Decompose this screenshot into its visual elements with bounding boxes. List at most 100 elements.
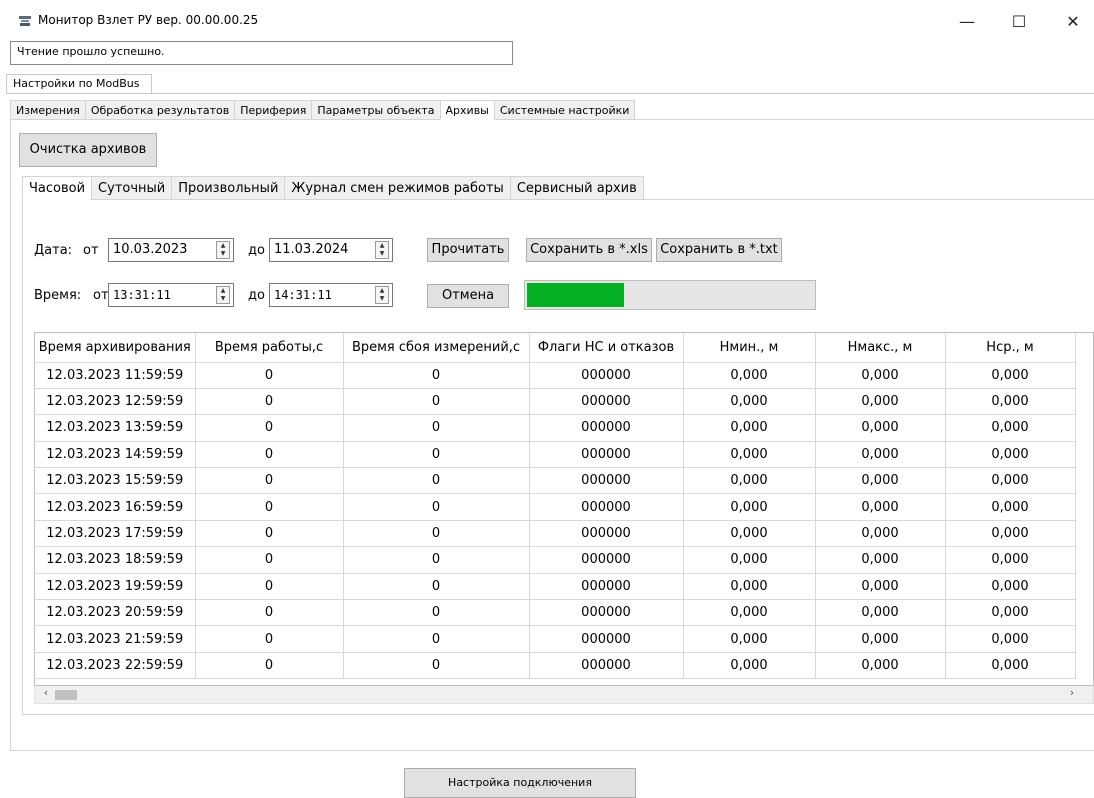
table-cell[interactable]: 12.03.2023 11:59:59 xyxy=(35,362,196,389)
scroll-right-icon[interactable]: › xyxy=(1063,686,1081,704)
table-cell[interactable]: 0,000 xyxy=(815,520,946,548)
table-cell[interactable]: 0,000 xyxy=(815,388,946,416)
table-cell[interactable]: 0,000 xyxy=(945,546,1076,574)
column-header[interactable]: Время сбоя измерений,с xyxy=(343,333,530,363)
time-to-spinbox[interactable]: 14:31:11 ▲ ▼ xyxy=(269,283,393,307)
table-cell[interactable]: 0 xyxy=(195,414,344,442)
connection-settings-button[interactable]: Настройка подключения xyxy=(404,768,636,798)
tab-system-settings[interactable]: Системные настройки xyxy=(493,100,636,120)
table-cell[interactable]: 000000 xyxy=(529,362,684,389)
table-cell[interactable]: 0 xyxy=(195,441,344,469)
table-cell[interactable]: 12.03.2023 19:59:59 xyxy=(35,573,196,601)
table-cell[interactable]: 0 xyxy=(343,652,530,680)
archive-table[interactable]: Время архивирования Время работы,с Время… xyxy=(34,332,1094,686)
tab-daily[interactable]: Суточный xyxy=(91,176,172,200)
table-row[interactable]: 12.03.2023 16:59:59 0 0 000000 0,000 0,000 0,0… xyxy=(35,493,1076,521)
table-cell[interactable]: 0,000 xyxy=(683,362,816,389)
table-cell[interactable]: 0 xyxy=(195,388,344,416)
table-row[interactable]: 12.03.2023 19:59:59 0 0 000000 0,000 0,000 0,0… xyxy=(35,573,1076,601)
spin-arrows-icon[interactable]: ▲ ▼ xyxy=(216,241,230,259)
column-header[interactable]: Нср., м xyxy=(945,333,1076,363)
table-cell[interactable]: 0 xyxy=(195,625,344,653)
table-cell[interactable]: 0 xyxy=(195,573,344,601)
tab-archives[interactable]: Архивы xyxy=(439,100,494,120)
table-cell[interactable]: 0,000 xyxy=(945,414,1076,442)
table-cell[interactable]: 0,000 xyxy=(945,467,1076,495)
table-cell[interactable]: 0 xyxy=(343,599,530,627)
clear-archives-button[interactable]: Очистка архивов xyxy=(19,133,157,167)
horizontal-scroll-thumb[interactable] xyxy=(55,690,77,700)
table-cell[interactable]: 0 xyxy=(195,599,344,627)
table-cell[interactable]: 0,000 xyxy=(945,573,1076,601)
spin-arrows-icon[interactable]: ▲ ▼ xyxy=(216,286,230,304)
save-xls-button[interactable]: Сохранить в *.xls xyxy=(526,238,652,262)
table-cell[interactable]: 12.03.2023 14:59:59 xyxy=(35,441,196,469)
table-cell[interactable]: 0 xyxy=(195,546,344,574)
date-to-spinbox[interactable]: 11.03.2024 ▲ ▼ xyxy=(269,238,393,262)
table-cell[interactable]: 0 xyxy=(343,625,530,653)
tab-modbus-settings[interactable]: Настройки по ModBus xyxy=(6,74,152,94)
tab-peripherals[interactable]: Периферия xyxy=(234,100,312,120)
table-cell[interactable]: 0 xyxy=(343,362,530,389)
table-cell[interactable]: 0,000 xyxy=(683,599,816,627)
column-header[interactable]: Время работы,с xyxy=(195,333,344,363)
table-cell[interactable]: 0,000 xyxy=(815,625,946,653)
table-row[interactable]: 12.03.2023 17:59:59 0 0 000000 0,000 0,000 0,0… xyxy=(35,520,1076,548)
table-cell[interactable]: 0,000 xyxy=(815,467,946,495)
table-cell[interactable]: 0 xyxy=(195,520,344,548)
tab-measurements[interactable]: Измерения xyxy=(10,100,85,120)
horizontal-scrollbar[interactable]: ‹ › xyxy=(34,686,1094,704)
table-cell[interactable]: 0 xyxy=(195,467,344,495)
table-cell[interactable]: 0,000 xyxy=(683,493,816,521)
table-cell[interactable]: 0,000 xyxy=(683,573,816,601)
column-header[interactable]: Нмакс., м xyxy=(815,333,946,363)
tab-arbitrary[interactable]: Произвольный xyxy=(171,176,285,200)
table-cell[interactable]: 0,000 xyxy=(945,652,1076,680)
table-cell[interactable]: 0,000 xyxy=(683,625,816,653)
save-txt-button[interactable]: Сохранить в *.txt xyxy=(656,238,782,262)
tab-service-archive[interactable]: Сервисный архив xyxy=(509,176,644,200)
table-cell[interactable]: 0,000 xyxy=(945,625,1076,653)
cancel-button[interactable]: Отмена xyxy=(427,284,509,308)
minimize-button[interactable]: — xyxy=(944,8,990,36)
table-cell[interactable]: 12.03.2023 22:59:59 xyxy=(35,652,196,680)
table-cell[interactable]: 12.03.2023 15:59:59 xyxy=(35,467,196,495)
table-cell[interactable]: 000000 xyxy=(529,467,684,495)
time-from-spinbox[interactable]: 13:31:11 ▲ ▼ xyxy=(108,283,234,307)
table-cell[interactable]: 000000 xyxy=(529,388,684,416)
tab-object-parameters[interactable]: Параметры объекта xyxy=(311,100,440,120)
table-cell[interactable]: 0,000 xyxy=(815,414,946,442)
date-from-spinbox[interactable]: 10.03.2023 ▲ ▼ xyxy=(108,238,234,262)
table-cell[interactable]: 000000 xyxy=(529,493,684,521)
tab-mode-change-log[interactable]: Журнал смен режимов работы xyxy=(284,176,510,200)
table-cell[interactable]: 0 xyxy=(195,362,344,389)
table-cell[interactable]: 000000 xyxy=(529,414,684,442)
column-header[interactable]: Нмин., м xyxy=(683,333,816,363)
table-cell[interactable]: 12.03.2023 21:59:59 xyxy=(35,625,196,653)
table-cell[interactable]: 12.03.2023 18:59:59 xyxy=(35,546,196,574)
table-cell[interactable]: 12.03.2023 12:59:59 xyxy=(35,388,196,416)
table-cell[interactable]: 0,000 xyxy=(815,441,946,469)
table-cell[interactable]: 0,000 xyxy=(683,441,816,469)
table-cell[interactable]: 0,000 xyxy=(815,546,946,574)
table-cell[interactable]: 12.03.2023 20:59:59 xyxy=(35,599,196,627)
table-cell[interactable]: 12.03.2023 17:59:59 xyxy=(35,520,196,548)
table-cell[interactable]: 0 xyxy=(343,388,530,416)
table-cell[interactable]: 0 xyxy=(343,573,530,601)
table-cell[interactable]: 0,000 xyxy=(683,546,816,574)
spin-arrows-icon[interactable]: ▲ ▼ xyxy=(375,286,389,304)
column-header[interactable]: Флаги НС и отказов xyxy=(529,333,684,363)
table-cell[interactable]: 0,000 xyxy=(945,441,1076,469)
table-cell[interactable]: 0 xyxy=(195,652,344,680)
table-cell[interactable]: 0,000 xyxy=(683,467,816,495)
table-row[interactable]: 12.03.2023 18:59:59 0 0 000000 0,000 0,000 0,0… xyxy=(35,546,1076,574)
table-cell[interactable]: 0,000 xyxy=(815,599,946,627)
table-cell[interactable]: 000000 xyxy=(529,573,684,601)
table-row[interactable]: 12.03.2023 22:59:59 0 0 000000 0,000 0,000 0,0… xyxy=(35,652,1076,680)
table-cell[interactable]: 0,000 xyxy=(683,388,816,416)
table-cell[interactable]: 12.03.2023 16:59:59 xyxy=(35,493,196,521)
table-row[interactable]: 12.03.2023 14:59:59 0 0 000000 0,000 0,000 0,0… xyxy=(35,441,1076,469)
table-cell[interactable]: 0,000 xyxy=(815,652,946,680)
table-cell[interactable]: 0,000 xyxy=(945,520,1076,548)
close-button[interactable]: ✕ xyxy=(1050,8,1094,36)
